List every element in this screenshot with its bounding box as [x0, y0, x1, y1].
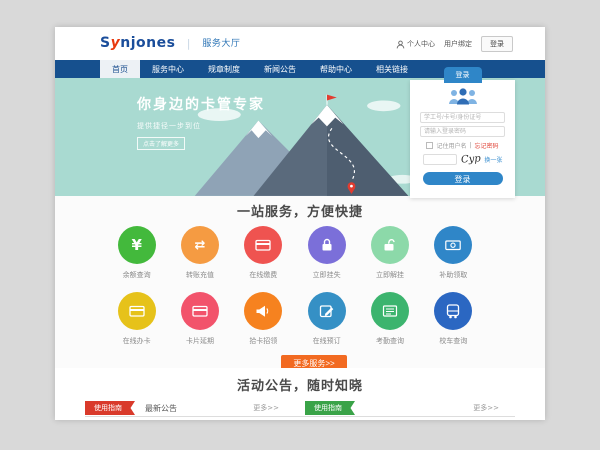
service-item-unfreeze[interactable]: 立即解挂 — [358, 226, 421, 280]
header-login-button[interactable]: 登录 — [481, 36, 513, 52]
password-input[interactable] — [420, 126, 505, 137]
personal-center-link[interactable]: 个人中心 — [396, 39, 435, 49]
service-label: 考勤查询 — [358, 336, 421, 346]
announcement-panel-left: 使用指南 最新公告 更多>> — [85, 400, 295, 416]
service-item-lost-found[interactable]: 拾卡招领 — [232, 292, 295, 346]
guide-ribbon-red[interactable]: 使用指南 — [85, 401, 135, 415]
nav-item-news[interactable]: 新闻公告 — [252, 60, 308, 78]
captcha-row: Cyp 换一张 — [410, 154, 515, 165]
announcement-tabs-row: 使用指南 最新公告 更多>> 使用指南 更多>> — [85, 400, 515, 417]
service-label: 校车查询 — [422, 336, 485, 346]
service-label: 补助领取 — [422, 270, 485, 280]
logo-accent: y — [111, 35, 121, 51]
hero-title: 你身边的卡管专家 — [137, 94, 265, 114]
logo-text-2: njones — [120, 35, 175, 51]
service-item-card-extension[interactable]: 卡片延期 — [168, 292, 231, 346]
service-label: 拾卡招领 — [232, 336, 295, 346]
lock-icon — [318, 236, 336, 254]
login-options: 记住用户名 | 忘记密码 — [410, 141, 515, 150]
header-user-area: 个人中心 用户绑定 登录 — [396, 36, 513, 52]
service-label: 余额查询 — [105, 270, 168, 280]
logo-text: S — [100, 35, 111, 51]
nav-item-help-center[interactable]: 帮助中心 — [308, 60, 364, 78]
announcement-panel-right: 使用指南 更多>> — [305, 400, 515, 416]
service-label: 卡片延期 — [168, 336, 231, 346]
service-label: 在线预订 — [295, 336, 358, 346]
remember-label: 记住用户名 — [436, 141, 466, 150]
more-link-left[interactable]: 更多>> — [253, 403, 279, 413]
megaphone-icon — [254, 302, 272, 320]
username-input[interactable] — [420, 112, 505, 123]
logo-tagline: 服务大厅 — [202, 39, 240, 49]
announcements-section: 活动公告，随时知晓 使用指南 最新公告 更多>> 使用指南 更多>> — [55, 368, 545, 417]
service-item-apply-card[interactable]: 在线办卡 — [105, 292, 168, 346]
services-section: 一站服务，方便快捷 ¥ 余额查询 ⇄ 转账充值 — [55, 196, 545, 368]
attendance-icon — [381, 302, 399, 320]
service-label: 立即挂失 — [295, 270, 358, 280]
guide-ribbon-green[interactable]: 使用指南 — [305, 401, 355, 415]
services-title: 一站服务，方便快捷 — [55, 196, 545, 220]
service-item-transfer[interactable]: ⇄ 转账充值 — [168, 226, 231, 280]
nav-item-regulations[interactable]: 规章制度 — [196, 60, 252, 78]
services-grid: ¥ 余额查询 ⇄ 转账充值 在线缴费 — [105, 226, 485, 346]
latest-news-tab[interactable]: 最新公告 — [145, 403, 177, 414]
hero-subtitle: 提供捷径一步到位 — [137, 121, 265, 131]
logo-divider: | — [187, 37, 191, 50]
bank-card-icon — [254, 236, 272, 254]
nav-item-links[interactable]: 相关链接 — [364, 60, 420, 78]
login-tab[interactable]: 登录 — [444, 67, 482, 83]
person-icon — [396, 40, 405, 49]
nav-item-home[interactable]: 首页 — [100, 60, 140, 78]
nav-item-service-center[interactable]: 服务中心 — [140, 60, 196, 78]
bank-card-icon — [191, 302, 209, 320]
announcements-title: 活动公告，随时知晓 — [55, 368, 545, 394]
hero-text: 你身边的卡管专家 提供捷径一步到位 点击了解更多 — [137, 94, 265, 150]
users-group-icon — [447, 87, 479, 105]
service-item-report-loss[interactable]: 立即挂失 — [295, 226, 358, 280]
service-item-attendance[interactable]: 考勤查询 — [358, 292, 421, 346]
bus-icon — [444, 302, 462, 320]
service-item-balance[interactable]: ¥ 余额查询 — [105, 226, 168, 280]
service-label: 在线办卡 — [105, 336, 168, 346]
more-link-right[interactable]: 更多>> — [473, 403, 499, 413]
service-label: 在线缴费 — [232, 270, 295, 280]
service-label: 立即解挂 — [358, 270, 421, 280]
desktop-background: Synjones | 服务大厅 个人中心 用户绑定 登录 首页 服务中心 规章制… — [0, 0, 600, 450]
service-label: 转账充值 — [168, 270, 231, 280]
service-item-school-bus[interactable]: 校车查询 — [422, 292, 485, 346]
top-header: Synjones | 服务大厅 个人中心 用户绑定 登录 — [55, 27, 545, 60]
forgot-password-link[interactable]: 忘记密码 — [475, 141, 499, 150]
login-submit-button[interactable]: 登录 — [423, 172, 503, 185]
bank-card-icon — [128, 302, 146, 320]
hero-cta-button[interactable]: 点击了解更多 — [137, 137, 185, 150]
synjones-logo[interactable]: Synjones | 服务大厅 — [100, 35, 240, 51]
captcha-refresh-link[interactable]: 换一张 — [484, 155, 502, 164]
webpage: Synjones | 服务大厅 个人中心 用户绑定 登录 首页 服务中心 规章制… — [55, 27, 545, 420]
captcha-image[interactable]: Cyp — [460, 153, 480, 165]
service-item-subsidy[interactable]: 补助领取 — [422, 226, 485, 280]
user-binding-link[interactable]: 用户绑定 — [444, 39, 472, 49]
edit-icon — [318, 302, 336, 320]
remember-checkbox[interactable] — [426, 142, 433, 149]
unlock-icon — [381, 236, 399, 254]
banknote-icon — [444, 236, 462, 254]
captcha-input[interactable] — [423, 154, 457, 165]
service-item-online-booking[interactable]: 在线预订 — [295, 292, 358, 346]
options-divider: | — [469, 142, 471, 149]
transfer-icon: ⇄ — [195, 239, 206, 252]
login-panel: 登录 记住用户名 | 忘记密码 Cyp 换一张 登录 — [410, 80, 515, 198]
service-item-online-payment[interactable]: 在线缴费 — [232, 226, 295, 280]
yuan-icon: ¥ — [131, 238, 141, 253]
